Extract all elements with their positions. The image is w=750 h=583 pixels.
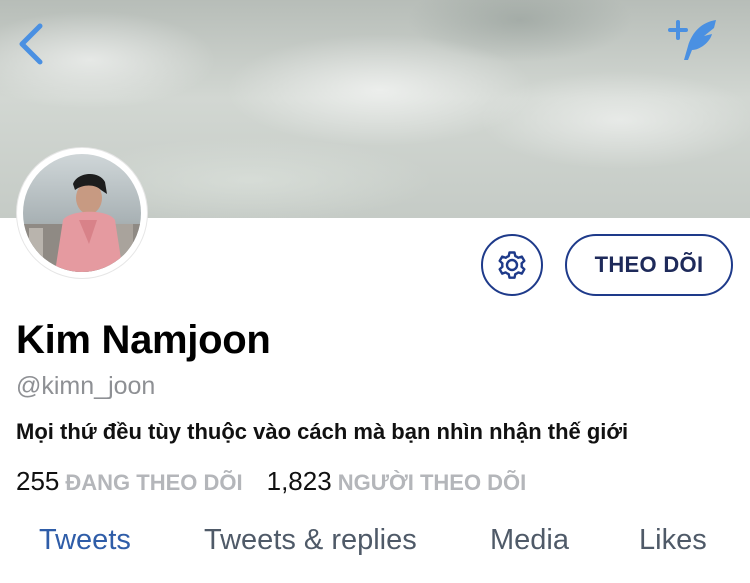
avatar-photo [23, 154, 141, 272]
chevron-left-icon [19, 23, 43, 65]
tab-tweets[interactable]: Tweets [39, 524, 131, 557]
compose-sparkle-feather-icon [668, 20, 716, 60]
profile-handle: @kimn_joon [16, 372, 156, 400]
followers-count: 1,823 [266, 466, 332, 496]
following-stat[interactable]: 255 ĐANG THEO DÕI [16, 466, 243, 497]
back-button[interactable] [14, 22, 50, 66]
followers-stat[interactable]: 1,823 NGƯỜI THEO DÕI [267, 466, 527, 497]
tab-tweets-replies[interactable]: Tweets & replies [204, 524, 417, 557]
settings-button[interactable] [481, 234, 543, 296]
compose-tweet-button[interactable] [666, 16, 722, 64]
follow-button[interactable]: THEO DÕI [565, 234, 733, 296]
avatar-portrait-icon [23, 173, 141, 272]
following-count: 255 [16, 466, 60, 496]
profile-tabs: Tweets Tweets & replies Media Likes [0, 524, 750, 564]
tab-likes[interactable]: Likes [639, 524, 707, 557]
profile-bio: Mọi thứ đều tùy thuộc vào cách mà bạn nh… [16, 419, 629, 444]
profile-name: Kim Namjoon [16, 318, 271, 362]
tab-media[interactable]: Media [490, 524, 569, 557]
profile-avatar[interactable] [17, 148, 147, 278]
followers-label: NGƯỜI THEO DÕI [337, 470, 527, 495]
profile-stats: 255 ĐANG THEO DÕI 1,823 NGƯỜI THEO DÕI [16, 466, 526, 497]
gear-icon [498, 251, 526, 279]
following-label: ĐANG THEO DÕI [65, 470, 243, 495]
